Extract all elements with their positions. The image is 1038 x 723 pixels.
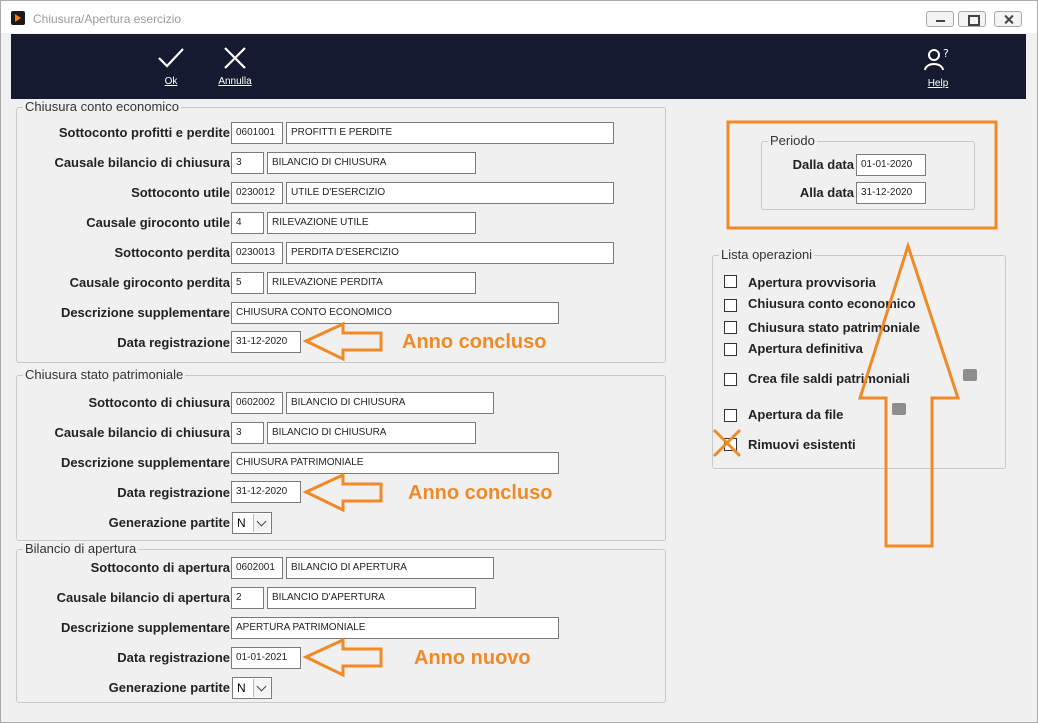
label-generazione-partite-sp: Generazione partite (108, 515, 230, 530)
label-causale-perdita: Causale giroconto perdita (69, 275, 230, 290)
label-sottoconto-perdita: Sottoconto perdita (114, 245, 230, 260)
label-sottoconto-apertura: Sottoconto di apertura (90, 560, 230, 575)
label-chiusura-stato-patrimoniale: Chiusura stato patrimoniale (748, 320, 920, 335)
chevron-down-icon (253, 514, 270, 532)
input-data-registrazione-sp[interactable]: 31-12-2020 (231, 481, 301, 503)
input-causale-chiusura-sp-desc: BILANCIO DI CHIUSURA (267, 422, 476, 444)
cancel-button[interactable]: Annulla (205, 42, 265, 94)
checkbox-crea-file-saldi[interactable] (724, 373, 737, 386)
annotation-text: Anno concluso (402, 331, 547, 353)
ok-button[interactable]: Ok (141, 42, 201, 94)
input-causale-chiusura-ce-desc: BILANCIO DI CHIUSURA (267, 152, 476, 174)
checkbox-rimuovi-esistenti[interactable] (724, 438, 737, 451)
input-causale-utile-code[interactable]: 4 (231, 212, 264, 234)
label-sottoconto-utile: Sottoconto utile (131, 185, 230, 200)
input-sottoconto-utile-desc: UTILE D'ESERCIZIO (286, 182, 614, 204)
input-alla-data[interactable]: 31-12-2020 (856, 182, 926, 204)
help-label: Help (927, 78, 949, 89)
label-descrizione-supplementare-sp: Descrizione supplementare (60, 455, 230, 470)
file-icon[interactable] (963, 369, 977, 381)
minimize-button[interactable] (926, 11, 954, 27)
ok-label: Ok (164, 76, 178, 87)
label-causale-utile: Causale giroconto utile (86, 215, 230, 230)
label-alla-data: Alla data (799, 185, 854, 200)
group-chiusura-conto-economico: Chiusura conto economico (16, 99, 666, 363)
app-icon (11, 11, 25, 25)
input-sottoconto-perdita-code[interactable]: 0230013 (231, 242, 283, 264)
input-data-registrazione-ap[interactable]: 01-01-2021 (231, 647, 301, 669)
checkmark-icon (158, 48, 184, 68)
label-apertura-provvisoria: Apertura provvisoria (748, 275, 876, 290)
input-sottoconto-perdita-desc: PERDITA D'ESERCIZIO (286, 242, 614, 264)
main-window: Chiusura/Apertura esercizio Ok Annulla ? (0, 0, 1038, 723)
svg-text:?: ? (943, 47, 949, 60)
input-sottoconto-apertura-code[interactable]: 0602001 (231, 557, 283, 579)
close-x-icon (224, 47, 246, 69)
select-value: N (237, 516, 246, 530)
select-generazione-partite-sp[interactable]: N (232, 512, 272, 534)
input-sottoconto-chiusura-desc: BILANCIO DI CHIUSURA (286, 392, 494, 414)
input-causale-apertura-desc: BILANCIO D'APERTURA (267, 587, 476, 609)
label-descrizione-supplementare-ce: Descrizione supplementare (60, 305, 230, 320)
input-causale-chiusura-ce-code[interactable]: 3 (231, 152, 264, 174)
label-causale-chiusura-ce: Causale bilancio di chiusura (54, 155, 230, 170)
checkbox-apertura-definitiva[interactable] (724, 343, 737, 356)
cancel-label: Annulla (218, 76, 252, 87)
label-descrizione-supplementare-ap: Descrizione supplementare (60, 620, 230, 635)
input-causale-apertura-code[interactable]: 2 (231, 587, 264, 609)
input-descrizione-supplementare-ce[interactable]: CHIUSURA CONTO ECONOMICO (231, 302, 559, 324)
label-causale-apertura: Causale bilancio di apertura (56, 590, 230, 605)
input-causale-chiusura-sp-code[interactable]: 3 (231, 422, 264, 444)
user-help-icon: ? (924, 47, 949, 71)
input-sottoconto-profitti-code[interactable]: 0601001 (231, 122, 283, 144)
label-chiusura-conto-economico: Chiusura conto economico (748, 296, 916, 311)
toolbar: Ok Annulla ? Help (11, 34, 1026, 99)
group-legend: Lista operazioni (719, 247, 815, 262)
input-descrizione-supplementare-ap[interactable]: APERTURA PATRIMONIALE (231, 617, 559, 639)
input-sottoconto-apertura-desc: BILANCIO DI APERTURA (286, 557, 494, 579)
input-descrizione-supplementare-sp[interactable]: CHIUSURA PATRIMONIALE (231, 452, 559, 474)
group-legend: Chiusura stato patrimoniale (23, 367, 186, 382)
label-data-registrazione-ap: Data registrazione (117, 650, 230, 665)
input-causale-perdita-desc: RILEVAZIONE PERDITA (267, 272, 476, 294)
label-dalla-data: Dalla data (792, 157, 854, 172)
select-value: N (237, 681, 246, 695)
group-legend: Bilancio di apertura (23, 541, 139, 556)
input-data-registrazione-ce[interactable]: 31-12-2020 (231, 331, 301, 353)
help-button[interactable]: ? Help (908, 42, 968, 94)
label-sottoconto-profitti: Sottoconto profitti e perdite (58, 125, 230, 140)
checkbox-chiusura-conto-economico[interactable] (724, 299, 737, 312)
label-rimuovi-esistenti: Rimuovi esistenti (748, 437, 856, 452)
checkbox-apertura-da-file[interactable] (724, 409, 737, 422)
checkbox-apertura-provvisoria[interactable] (724, 275, 737, 288)
checkbox-chiusura-stato-patrimoniale[interactable] (724, 321, 737, 334)
file-icon[interactable] (892, 403, 906, 415)
title-bar: Chiusura/Apertura esercizio (1, 1, 1037, 33)
annotation-text: Anno nuovo (414, 647, 531, 669)
input-sottoconto-chiusura-code[interactable]: 0602002 (231, 392, 283, 414)
group-legend: Periodo (768, 133, 817, 148)
annotation-text: Anno concluso (408, 482, 553, 504)
label-data-registrazione-ce: Data registrazione (117, 335, 230, 350)
close-button[interactable] (994, 11, 1022, 27)
label-apertura-da-file: Apertura da file (748, 407, 844, 422)
label-data-registrazione-sp: Data registrazione (117, 485, 230, 500)
input-causale-perdita-code[interactable]: 5 (231, 272, 264, 294)
input-sottoconto-profitti-desc: PROFITTI E PERDITE (286, 122, 614, 144)
input-causale-utile-desc: RILEVAZIONE UTILE (267, 212, 476, 234)
label-sottoconto-chiusura: Sottoconto di chiusura (88, 395, 230, 410)
label-apertura-definitiva: Apertura definitiva (748, 341, 863, 356)
label-causale-chiusura-sp: Causale bilancio di chiusura (54, 425, 230, 440)
select-generazione-partite-ap[interactable]: N (232, 677, 272, 699)
input-dalla-data[interactable]: 01-01-2020 (856, 154, 926, 176)
label-crea-file-saldi: Crea file saldi patrimoniali (748, 371, 910, 386)
chevron-down-icon (253, 679, 270, 697)
label-generazione-partite-ap: Generazione partite (108, 680, 230, 695)
group-legend: Chiusura conto economico (23, 99, 181, 114)
window-title: Chiusura/Apertura esercizio (33, 12, 182, 26)
maximize-button[interactable] (958, 11, 986, 27)
input-sottoconto-utile-code[interactable]: 0230012 (231, 182, 283, 204)
